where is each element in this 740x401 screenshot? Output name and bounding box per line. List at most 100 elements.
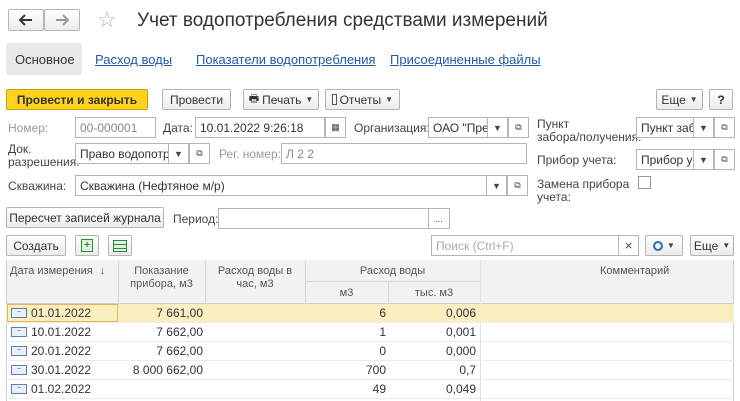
replace-checkbox[interactable] (638, 176, 651, 189)
search-input[interactable]: Поиск (Ctrl+F) (431, 235, 619, 256)
point-dropdown[interactable]: ▼ (693, 117, 714, 138)
favorite-star-icon[interactable]: ☆ (97, 8, 117, 32)
col-header-reading-line1: Показание (134, 265, 189, 277)
chevron-down-icon: ▼ (722, 241, 731, 250)
cell-m3: 1 (379, 325, 386, 339)
cell-date: 20.01.2022 (31, 344, 92, 358)
col-header-m3[interactable]: м3 (305, 287, 388, 300)
document-row-icon: ~ (11, 365, 27, 375)
table-row[interactable]: ~30.01.2022 8 000 662,00 700 0,7 (6, 361, 734, 380)
organization-open-icon[interactable]: ⧉ (508, 117, 529, 138)
sort-arrow-icon: ↓ (99, 265, 106, 277)
calendar-icon[interactable]: ▦ (325, 117, 346, 138)
period-label: Период: (173, 212, 219, 226)
point-open-icon[interactable]: ⧉ (714, 117, 735, 138)
cell-thousand-m3: 0,000 (445, 344, 476, 358)
arrow-right-icon (56, 14, 69, 26)
cell-reading: 8 000 662,00 (132, 363, 203, 377)
device-field[interactable]: Прибор уч (636, 149, 694, 170)
table-row[interactable]: ~01.02.2022 49 0,049 (6, 380, 734, 399)
number-label: Номер: (8, 121, 49, 135)
col-header-date[interactable]: Дата измерения ↓ (10, 265, 105, 278)
fill-button[interactable] (108, 235, 132, 256)
selected-cell-outline (7, 304, 118, 322)
post-button[interactable]: Провести (162, 89, 231, 110)
replace-label-line2: учета: (537, 190, 571, 204)
search-button[interactable]: ▼ (645, 235, 683, 256)
number-field[interactable]: 00-000001 (75, 117, 156, 138)
permit-open-icon[interactable]: ⧉ (189, 143, 210, 164)
search-clear-button[interactable]: × (618, 235, 639, 256)
table-row[interactable]: ~01.01.2022 7 661,00 6 0,006 (6, 304, 734, 323)
point-label-line2: забора/получения: (537, 130, 642, 144)
recalc-button[interactable]: Пересчет записей журнала (6, 207, 164, 228)
cell-date: 10.01.2022 (31, 325, 92, 339)
forward-button[interactable] (44, 9, 80, 31)
date-label: Дата: (163, 121, 193, 135)
col-header-hourly[interactable]: Расход воды в час, м3 (205, 265, 305, 291)
print-label: Печать (262, 92, 302, 107)
reports-icon (332, 94, 337, 105)
print-button[interactable]: 🖶 Печать ▼ (243, 89, 319, 110)
create-button[interactable]: Создать (6, 235, 66, 256)
cell-reading: 7 662,00 (156, 325, 203, 339)
date-field[interactable]: 10.01.2022 9:26:18 (195, 117, 325, 138)
help-button[interactable]: ? (709, 89, 733, 110)
post-and-close-button[interactable]: Провести и закрыть (6, 89, 148, 110)
cell-m3: 0 (379, 344, 386, 358)
chevron-down-icon: ▼ (305, 95, 314, 104)
device-open-icon[interactable]: ⧉ (714, 149, 735, 170)
reports-button[interactable]: Отчеты ▼ (325, 89, 400, 110)
well-label: Скважина: (8, 179, 67, 193)
tab-consumption-indicators[interactable]: Показатели водопотребления (196, 52, 376, 67)
chevron-down-icon: ▼ (667, 241, 675, 250)
table-more-label: Еще (693, 238, 719, 253)
point-label-line1: Пункт (537, 117, 570, 131)
table-more-button[interactable]: Еще ▼ (690, 235, 734, 256)
point-field[interactable]: Пункт заб (636, 117, 694, 138)
cell-thousand-m3: 0,001 (445, 325, 476, 339)
tab-water-consumption[interactable]: Расход воды (95, 52, 172, 67)
permit-dropdown[interactable]: ▼ (168, 143, 189, 164)
col-header-reading[interactable]: Показание прибора, м3 (118, 265, 205, 291)
chevron-down-icon: ▼ (385, 95, 393, 104)
tab-main-label: Основное (15, 52, 75, 67)
col-header-thousand-m3[interactable]: тыс. м3 (388, 287, 480, 300)
device-label: Прибор учета: (537, 153, 617, 167)
device-dropdown[interactable]: ▼ (693, 149, 714, 170)
page-title: Учет водопотребления средствами измерени… (137, 10, 548, 31)
document-row-icon: ~ (11, 327, 27, 337)
organization-dropdown[interactable]: ▼ (487, 117, 508, 138)
cell-thousand-m3: 0,7 (459, 363, 476, 377)
cell-reading: 7 661,00 (156, 306, 203, 320)
organization-field[interactable]: ОАО "Пре (428, 117, 488, 138)
document-row-icon: ~ (11, 384, 27, 394)
tab-attached-files[interactable]: Присоединенные файлы (390, 52, 541, 67)
table-fill-icon (113, 239, 127, 252)
table-row[interactable]: ~10.01.2022 7 662,00 1 0,001 (6, 323, 734, 342)
well-field[interactable]: Скважина (Нефтяное м/р) (75, 175, 487, 196)
permit-field[interactable]: Право водопотре (75, 143, 169, 164)
copy-row-button[interactable]: + (75, 235, 99, 256)
cell-thousand-m3: 0,049 (445, 382, 476, 396)
more-button[interactable]: Еще ▼ (656, 89, 703, 110)
well-open-icon[interactable]: ⧉ (507, 175, 528, 196)
period-select-button[interactable]: ... (428, 208, 450, 229)
col-header-date-label: Дата измерения (10, 265, 93, 277)
cell-thousand-m3: 0,006 (445, 306, 476, 320)
cell-reading: 7 662,00 (156, 344, 203, 358)
header-divider (305, 281, 480, 282)
reg-number-field[interactable]: Л 2 2 (281, 143, 527, 164)
well-dropdown[interactable]: ▼ (486, 175, 507, 196)
period-field[interactable] (218, 208, 429, 229)
cell-date: 30.01.2022 (31, 363, 92, 377)
table-row[interactable]: ~20.01.2022 7 662,00 0 0,000 (6, 342, 734, 361)
col-header-hourly-line1: Расход воды в (217, 265, 293, 277)
document-row-icon: ~ (11, 346, 27, 356)
search-icon (653, 240, 664, 251)
printer-icon: 🖶 (248, 93, 260, 105)
back-button[interactable] (8, 9, 44, 31)
replace-label-line1: Замена прибора (537, 177, 630, 191)
col-header-comment[interactable]: Комментарий (600, 265, 669, 278)
cell-m3: 6 (379, 306, 386, 320)
